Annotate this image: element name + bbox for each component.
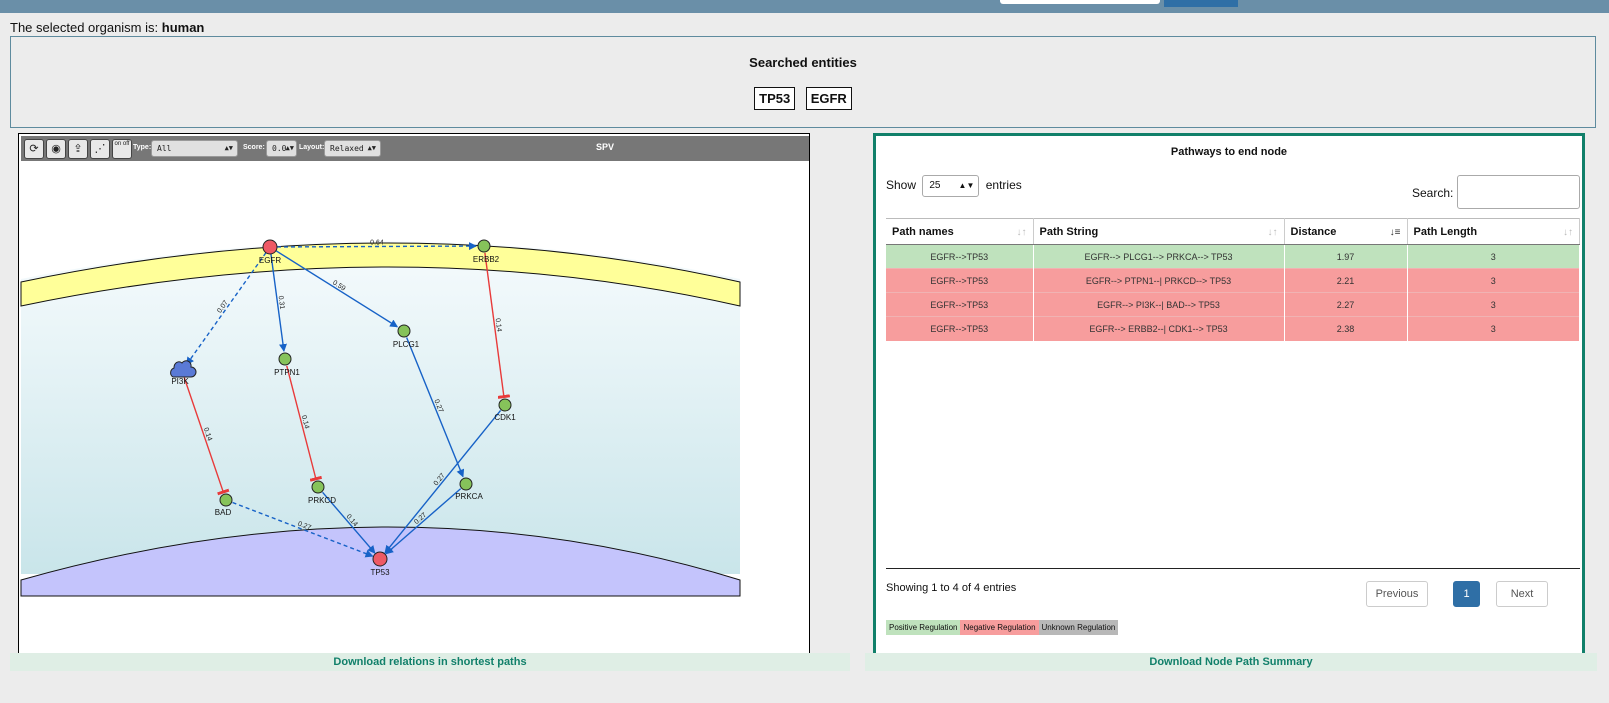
- table-cell: 3: [1407, 268, 1580, 293]
- node-label: ERBB2: [473, 255, 500, 264]
- refresh-icon[interactable]: ⟳: [24, 139, 44, 159]
- table-cell: EGFR-->TP53: [886, 292, 1034, 317]
- table-info: Showing 1 to 4 of 4 entries: [886, 582, 1017, 594]
- cell-background: [20, 241, 741, 597]
- table-row[interactable]: EGFR-->TP53 EGFR--> PTPN1--| PRKCD--> TP5…: [886, 268, 1580, 293]
- export-icon[interactable]: ⇪: [68, 139, 88, 159]
- table-cell: 2.38: [1284, 316, 1408, 341]
- node-label: PLCG1: [393, 340, 420, 349]
- node-label: BAD: [215, 508, 232, 517]
- table-cell: 3: [1407, 316, 1580, 341]
- entity-chip[interactable]: TP53: [754, 87, 796, 110]
- node-label: EGFR: [259, 256, 281, 265]
- entity-chip[interactable]: EGFR: [805, 87, 852, 110]
- download-relations-link[interactable]: Download relations in shortest paths: [10, 653, 850, 671]
- camera-icon[interactable]: ◉: [46, 139, 66, 159]
- next-button[interactable]: Next: [1496, 581, 1548, 607]
- graph-node[interactable]: [459, 477, 473, 491]
- node-label: PTPN1: [274, 368, 300, 377]
- entries-length-control: Show 25 ▲▼ entries: [886, 175, 1022, 197]
- table-cell: EGFR-->TP53: [886, 268, 1034, 293]
- organism-name: human: [161, 20, 205, 35]
- graph-node[interactable]: [311, 480, 325, 494]
- organism-prefix: The selected organism is:: [10, 20, 159, 35]
- previous-button[interactable]: Previous: [1366, 581, 1428, 607]
- search-label: Search:: [1412, 186, 1454, 200]
- network-graph[interactable]: 0.640.07 0.310.590.140.140.140.270.270.27…: [19, 134, 809, 661]
- type-select[interactable]: All ▲▼: [151, 140, 238, 157]
- layout-label: Layout:: [299, 144, 325, 151]
- searched-entities-title: Searched entities: [749, 55, 857, 70]
- graph-toolbar: ⟳ ◉ ⇪ ⋰ on off Type: All ▲▼ Score: 0.0 ▲▼ …: [21, 136, 809, 161]
- entries-select[interactable]: 25 ▲▼: [922, 175, 980, 197]
- search-input[interactable]: [1457, 175, 1580, 209]
- pathways-table: Path names ↓↑ Path String ↓↑ Distance ↓≡ Pa…: [886, 218, 1580, 341]
- graph-node[interactable]: [262, 239, 278, 255]
- table-cell: 3: [1407, 244, 1580, 269]
- score-stepper[interactable]: 0.0 ▲▼: [266, 140, 297, 157]
- legend-positive: Positive Regulation: [886, 620, 961, 635]
- node-label: PRKCA: [455, 492, 483, 501]
- node-label: TP53: [370, 568, 390, 577]
- table-row[interactable]: EGFR-->TP53 EGFR--> PLCG1--> PRKCA--> TP5…: [886, 244, 1580, 269]
- show-label: Show: [886, 178, 917, 193]
- score-label: Score:: [243, 144, 265, 151]
- sort-icon: ↓↑: [1563, 227, 1573, 238]
- column-header-path-length[interactable]: Path Length ↓↑: [1407, 218, 1580, 245]
- node-label: PRKCD: [308, 496, 336, 505]
- regulation-legend: Positive Regulation Negative Regulation Un…: [886, 620, 1119, 635]
- sort-asc-icon: ↓≡: [1389, 227, 1401, 238]
- top-navbar: [0, 0, 1609, 13]
- graph-node[interactable]: [278, 352, 292, 366]
- table-cell: EGFR-->TP53: [886, 244, 1034, 269]
- table-cell: 3: [1407, 292, 1580, 317]
- graph-title: SPV: [596, 142, 615, 152]
- graph-node[interactable]: [372, 551, 388, 567]
- node-label: PI3K: [171, 377, 189, 386]
- table-cell: 2.21: [1284, 268, 1408, 293]
- graph-node[interactable]: [219, 493, 233, 507]
- table-cell: EGFR--> ERBB2--| CDK1--> TP53: [1033, 316, 1285, 341]
- table-row[interactable]: EGFR-->TP53 EGFR--> PI3K--| BAD--> TP53 2.…: [886, 292, 1580, 317]
- table-cell: EGFR--> PTPN1--| PRKCD--> TP53: [1033, 268, 1285, 293]
- graph-panel: 0.64 0.07 0.31 0.59 0.14 0.14 0.14 0.27 0.27 0.27…: [18, 133, 810, 662]
- table-cell: EGFR--> PI3K--| BAD--> TP53: [1033, 292, 1285, 317]
- navbar-search-button[interactable]: [1164, 0, 1238, 7]
- organism-line: The selected organism is: human: [10, 20, 204, 35]
- toggle-labels-icon[interactable]: on off: [112, 139, 132, 159]
- network-icon[interactable]: ⋰: [90, 139, 110, 159]
- table-row[interactable]: EGFR-->TP53 EGFR--> ERBB2--| CDK1--> TP53…: [886, 316, 1580, 341]
- pathways-panel: Pathways to end node Show 25 ▲▼ entries S…: [873, 133, 1585, 658]
- pathways-title: Pathways to end node: [1170, 146, 1288, 158]
- page-1-button[interactable]: 1: [1453, 581, 1480, 607]
- sort-icon: ↓↑: [1016, 227, 1027, 238]
- sort-icon: ↓↑: [1267, 227, 1278, 238]
- table-cell: 2.27: [1284, 292, 1408, 317]
- graph-node[interactable]: [397, 324, 411, 338]
- legend-negative: Negative Regulation: [960, 620, 1039, 635]
- table-divider: [886, 568, 1580, 569]
- layout-select[interactable]: Relaxed ▲▼: [324, 140, 381, 157]
- node-label: CDK1: [494, 413, 516, 422]
- type-label: Type:: [133, 144, 152, 151]
- edge-weight-label: 0.64: [370, 239, 384, 246]
- entries-label: entries: [985, 178, 1022, 193]
- column-header-path-string[interactable]: Path String ↓↑: [1033, 218, 1285, 245]
- legend-unknown: Unknown Regulation: [1038, 620, 1119, 635]
- table-cell: 1.97: [1284, 244, 1408, 269]
- download-node-summary-link[interactable]: Download Node Path Summary: [865, 653, 1597, 671]
- table-cell: EGFR--> PLCG1--> PRKCA--> TP53: [1033, 244, 1285, 269]
- graph-node[interactable]: [477, 239, 491, 253]
- table-cell: EGFR-->TP53: [886, 316, 1034, 341]
- navbar-search-input[interactable]: [1000, 0, 1160, 4]
- column-header-distance[interactable]: Distance ↓≡: [1284, 218, 1408, 245]
- graph-node[interactable]: [498, 398, 512, 412]
- searched-entities-panel: Searched entities TP53 EGFR: [10, 36, 1596, 128]
- column-header-path-names[interactable]: Path names ↓↑: [886, 218, 1034, 245]
